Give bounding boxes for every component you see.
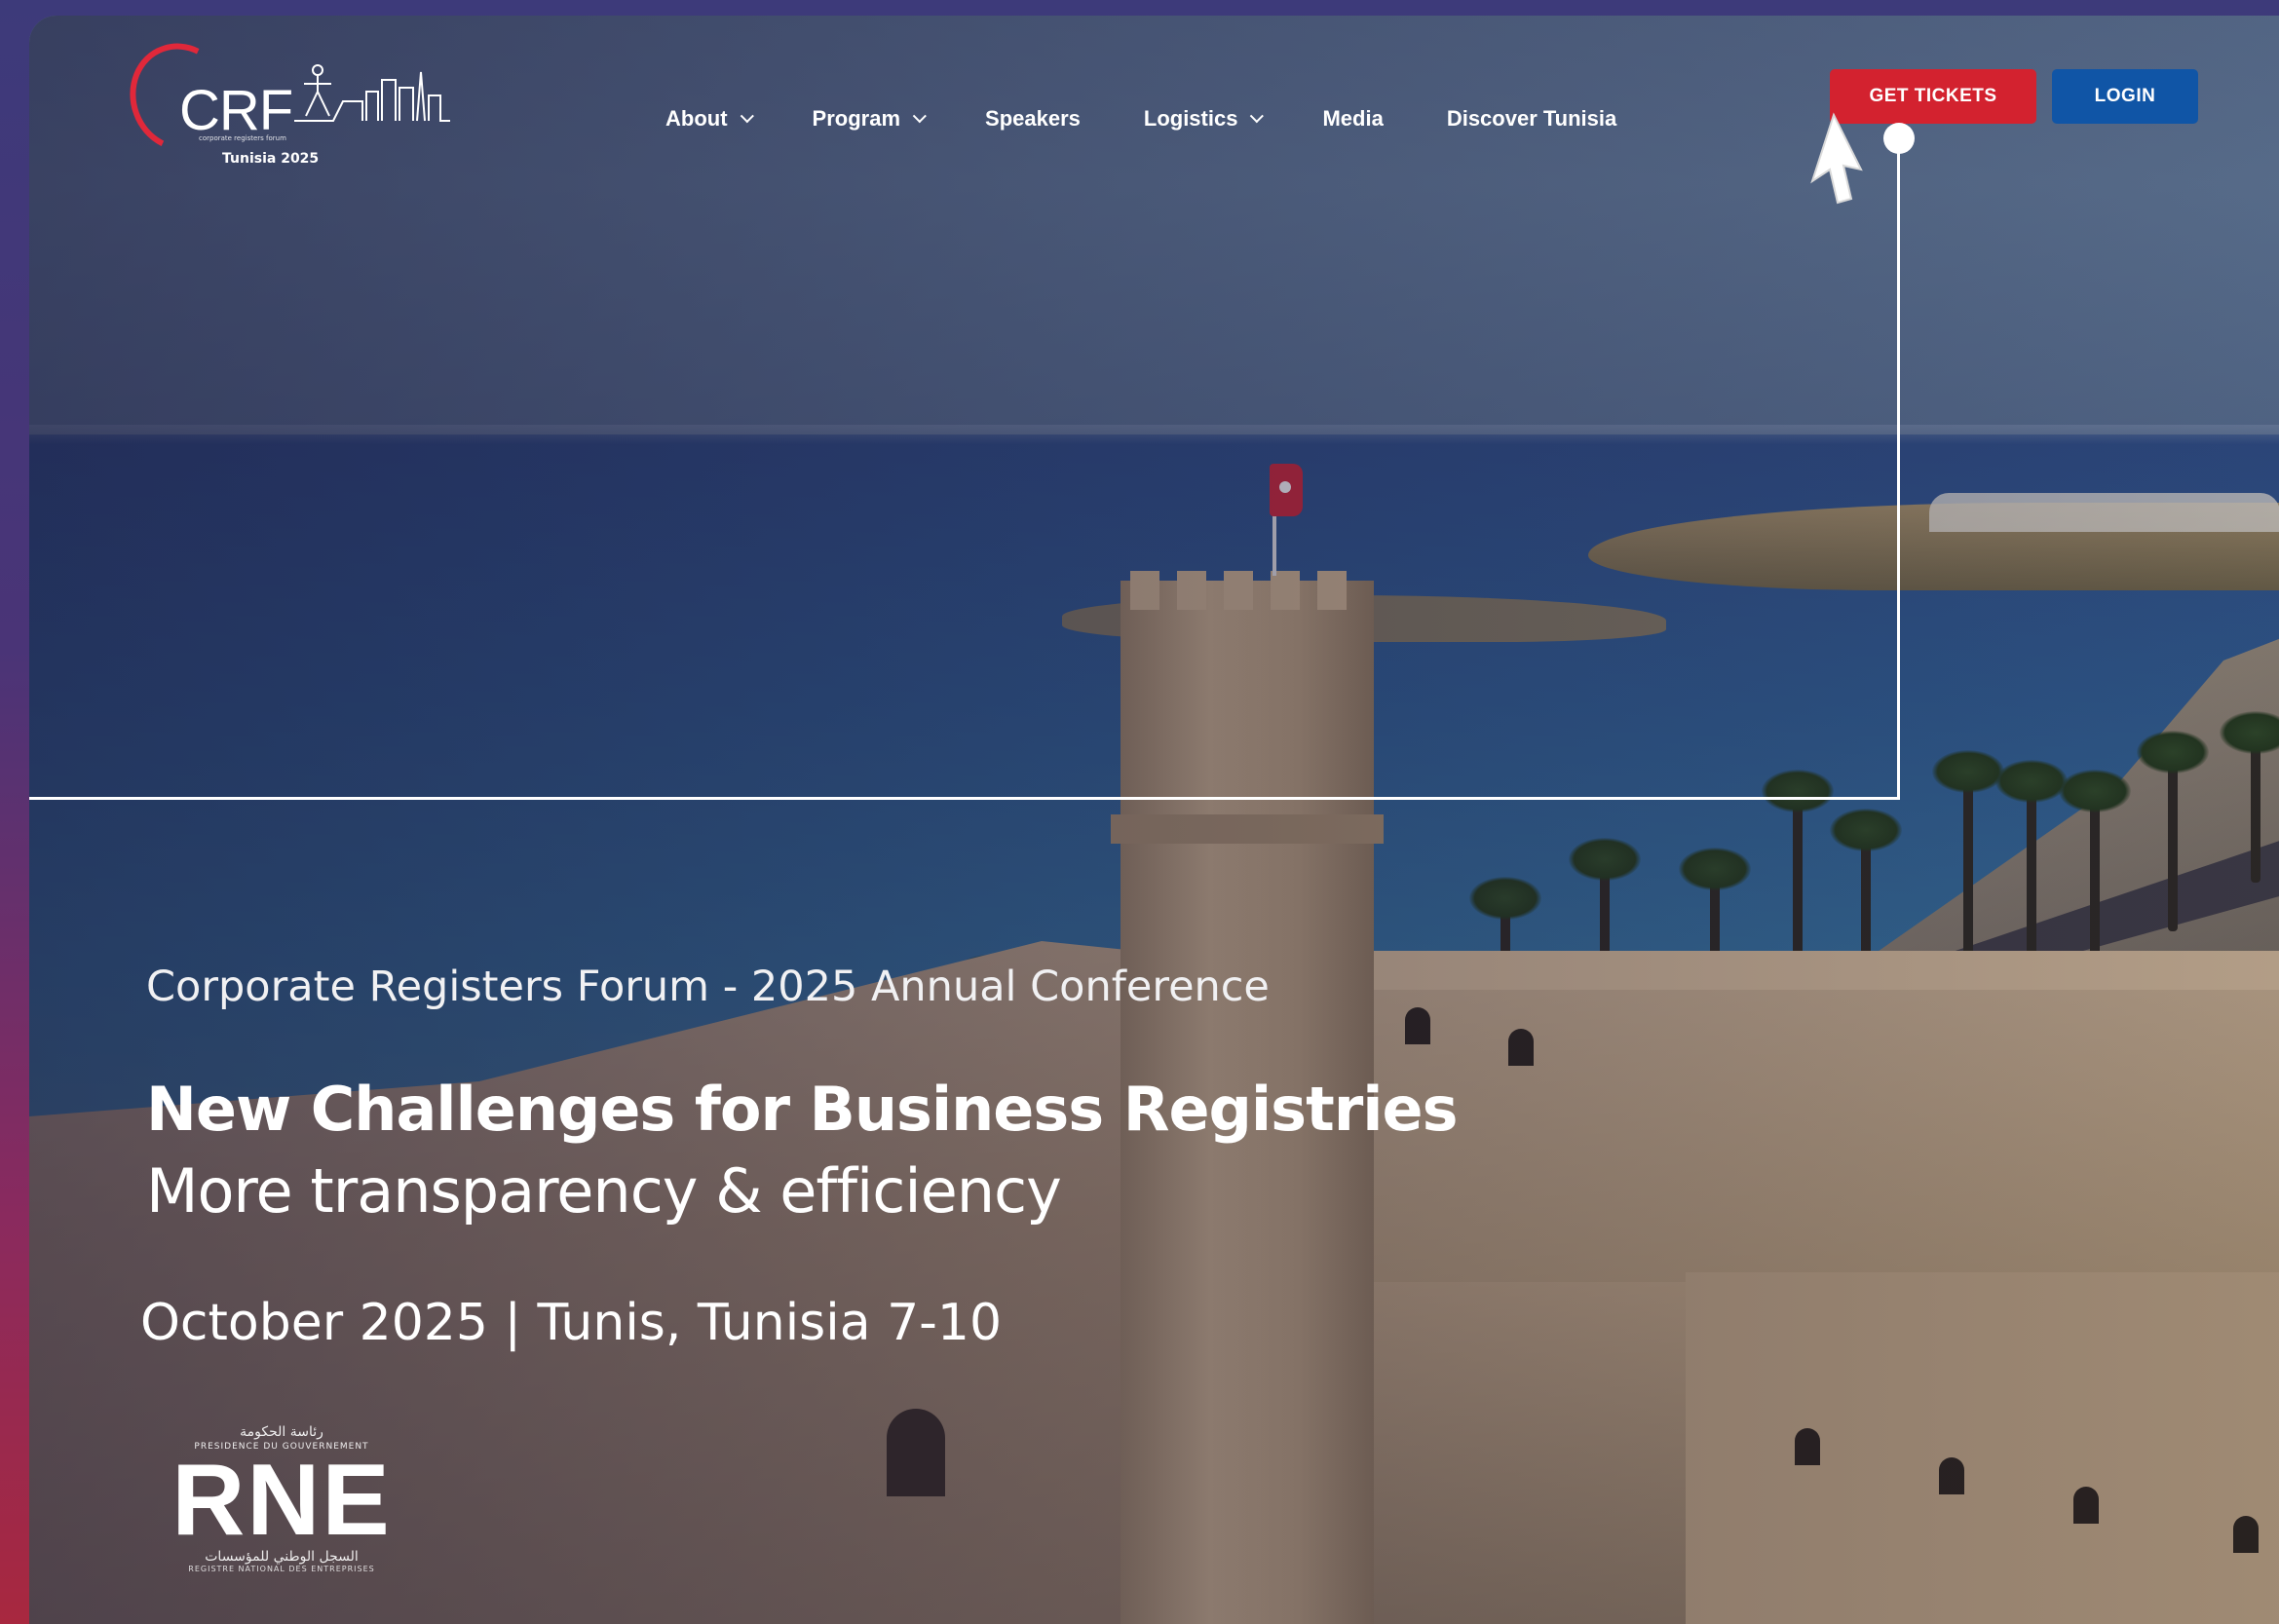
chevron-down-icon	[1250, 109, 1265, 124]
callout-line-vertical	[1897, 140, 1900, 799]
hero-kicker: Corporate Registers Forum - 2025 Annual …	[146, 963, 1270, 1011]
nav-item-speakers[interactable]: Speakers	[985, 106, 1081, 132]
rne-arabic-top: رئاسة الحكومة	[240, 1424, 323, 1440]
login-button[interactable]: LOGIN	[2052, 69, 2198, 124]
window-frame: CRF corporate registers forum Tunisia 20…	[0, 0, 2279, 1624]
chevron-down-icon	[740, 109, 754, 124]
mouse-pointer-icon	[1810, 112, 1863, 205]
logo-text: CRF	[179, 79, 293, 142]
nav-item-label: Media	[1322, 106, 1384, 131]
rne-logo: رئاسة الحكومة PRESIDENCE DU GOUVERNEMENT…	[150, 1424, 413, 1619]
nav-item-about[interactable]: About	[665, 106, 754, 132]
callout-line-horizontal	[29, 797, 1900, 800]
rne-french-bottom: REGISTRE NATIONAL DES ENTREPRISES	[188, 1565, 375, 1573]
nav-item-label: Logistics	[1143, 106, 1238, 131]
nav-item-label: Program	[812, 106, 901, 131]
logo-subtitle: corporate registers forum	[199, 134, 286, 142]
nav-item-media[interactable]: Media	[1322, 106, 1383, 132]
main-nav: About Program Speakers Logistics Media D…	[665, 99, 1680, 138]
logo-year: Tunisia 2025	[222, 151, 320, 167]
nav-item-discover-tunisia[interactable]: Discover Tunisia	[1447, 106, 1616, 132]
hero-title: New Challenges for Business Registries	[146, 1074, 1458, 1145]
nav-item-logistics[interactable]: Logistics	[1143, 106, 1265, 132]
rne-mark: RNE	[171, 1444, 392, 1557]
rne-arabic-bottom: السجل الوطني للمؤسسات	[205, 1549, 359, 1565]
site-header: CRF corporate registers forum Tunisia 20…	[29, 16, 2279, 167]
nav-item-label: Discover Tunisia	[1446, 106, 1617, 131]
nav-item-program[interactable]: Program	[812, 106, 927, 132]
chevron-down-icon	[912, 109, 927, 124]
rne-french-top: PRESIDENCE DU GOUVERNEMENT	[194, 1442, 369, 1452]
skyline-icon	[294, 64, 450, 122]
page-viewport: CRF corporate registers forum Tunisia 20…	[29, 16, 2279, 1624]
nav-item-label: About	[665, 106, 728, 131]
hero-overlay	[29, 16, 2279, 1624]
callout-dot	[1883, 123, 1915, 154]
nav-item-label: Speakers	[985, 106, 1081, 131]
hero-date-location: October 2025 | Tunis, Tunisia 7-10	[140, 1294, 1003, 1352]
hero-subtitle: More transparency & efficiency	[146, 1155, 1062, 1227]
crf-logo[interactable]: CRF corporate registers forum Tunisia 20…	[114, 28, 450, 175]
